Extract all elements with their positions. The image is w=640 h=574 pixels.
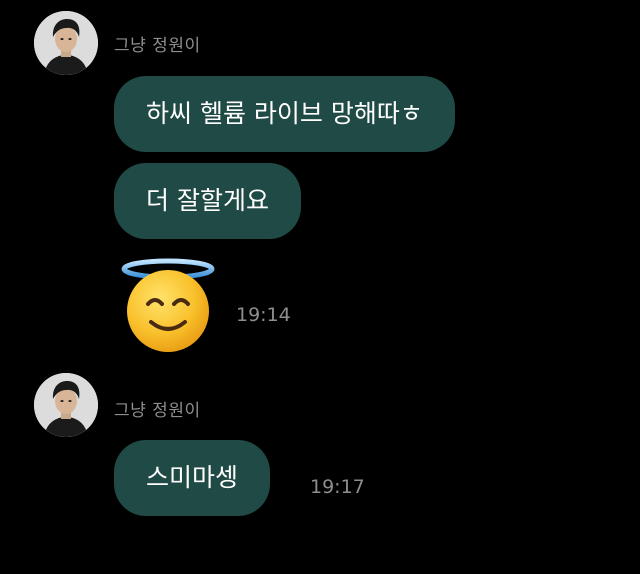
- profile-photo-icon: [34, 373, 98, 437]
- message-bubble[interactable]: 하씨 헬륨 라이브 망해따ㅎ: [114, 76, 455, 152]
- avatar[interactable]: [34, 11, 98, 75]
- profile-photo-icon: [34, 11, 98, 75]
- message-bubble[interactable]: 더 잘할게요: [114, 163, 301, 239]
- message-bubble[interactable]: 스미마셍: [114, 440, 271, 516]
- sender-name: 그냥 정원이: [114, 36, 201, 56]
- avatar[interactable]: [34, 373, 98, 437]
- smiling-face-with-halo-icon[interactable]: [118, 256, 218, 356]
- timestamp: 19:17: [310, 476, 365, 498]
- timestamp: 19:14: [236, 304, 291, 326]
- sender-name: 그냥 정원이: [114, 401, 201, 421]
